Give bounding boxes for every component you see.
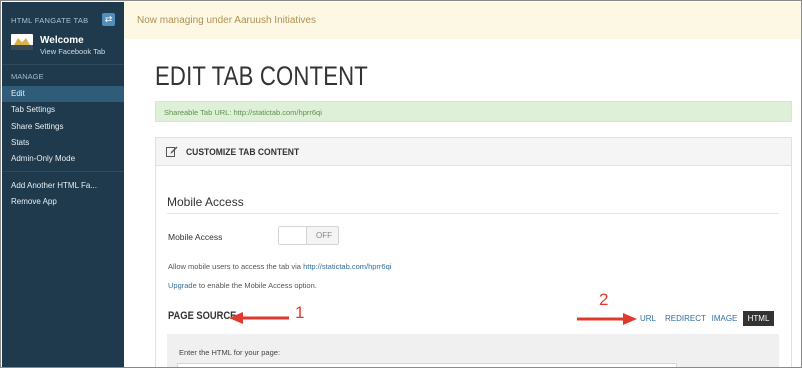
- upgrade-text-suffix: to enable the Mobile Access option.: [196, 281, 317, 290]
- notice-text: Now managing under Aaruush Initiatives: [137, 15, 316, 26]
- mobile-access-label: Mobile Access: [168, 232, 223, 242]
- editor-label: Enter the HTML for your page:: [179, 348, 281, 357]
- toggle-state-label: OFF: [316, 231, 332, 240]
- upgrade-link[interactable]: Upgrade: [168, 281, 197, 290]
- sidebar-item-stats[interactable]: Stats: [2, 135, 124, 151]
- page-source-heading: PAGE SOURCE: [168, 310, 237, 322]
- tab-html[interactable]: HTML: [743, 311, 774, 326]
- notice-bar: Now managing under Aaruush Initiatives: [124, 2, 801, 39]
- edit-icon: [166, 146, 178, 157]
- app-frame: HTML FANGATE TAB ⇄ Welcome View Facebook…: [0, 0, 802, 368]
- mobile-access-description: Allow mobile users to access the tab via…: [168, 262, 391, 271]
- section-divider: [167, 213, 779, 214]
- tab-image[interactable]: IMAGE: [710, 311, 739, 326]
- panel-title: CUSTOMIZE TAB CONTENT: [186, 147, 300, 158]
- sidebar: HTML FANGATE TAB ⇄ Welcome View Facebook…: [2, 2, 124, 367]
- sidebar-item-share-settings[interactable]: Share Settings: [2, 119, 124, 135]
- sidebar-item-add-another[interactable]: Add Another HTML Fa...: [2, 178, 124, 194]
- view-facebook-tab-link[interactable]: View Facebook Tab: [40, 47, 105, 56]
- statictab-link[interactable]: http://statictab.com/hprr6qi: [303, 262, 391, 271]
- mobile-access-heading: Mobile Access: [167, 195, 244, 209]
- upgrade-description: Upgrade to enable the Mobile Access opti…: [168, 281, 317, 290]
- sidebar-item-edit[interactable]: Edit: [2, 86, 124, 102]
- page-avatar: [11, 34, 33, 50]
- sidebar-section-manage: MANAGE: [11, 72, 44, 81]
- tab-redirect[interactable]: REDIRECT: [665, 311, 706, 326]
- annotation-marker-2: 2: [599, 290, 609, 309]
- html-editor-input[interactable]: [177, 363, 677, 367]
- sidebar-item-admin-only-mode[interactable]: Admin-Only Mode: [2, 151, 124, 167]
- toggle-knob: [279, 227, 307, 244]
- allow-text-prefix: Allow mobile users to access the tab via: [168, 262, 304, 271]
- sidebar-item-tab-settings[interactable]: Tab Settings: [2, 102, 124, 118]
- html-editor-area: Enter the HTML for your page:: [167, 334, 779, 367]
- swap-icon[interactable]: ⇄: [102, 13, 115, 26]
- mobile-access-toggle[interactable]: OFF: [278, 226, 339, 245]
- sidebar-divider: [2, 64, 124, 65]
- annotation-arrow-left: [229, 312, 289, 324]
- sidebar-app-title: HTML FANGATE TAB: [11, 16, 89, 25]
- panel-header: CUSTOMIZE TAB CONTENT: [156, 138, 791, 166]
- annotation-arrow-right: [577, 313, 637, 325]
- sidebar-page-name: Welcome: [40, 35, 84, 46]
- annotation-marker-1: 1: [295, 303, 305, 322]
- shareable-url-text: Shareable Tab URL: http://statictab.com/…: [164, 108, 322, 117]
- page-title: EDIT TAB CONTENT: [155, 61, 368, 91]
- shareable-url-alert: Shareable Tab URL: http://statictab.com/…: [155, 101, 792, 122]
- tab-url[interactable]: URL: [637, 311, 659, 326]
- sidebar-item-remove-app[interactable]: Remove App: [2, 194, 124, 210]
- sidebar-divider: [2, 171, 124, 172]
